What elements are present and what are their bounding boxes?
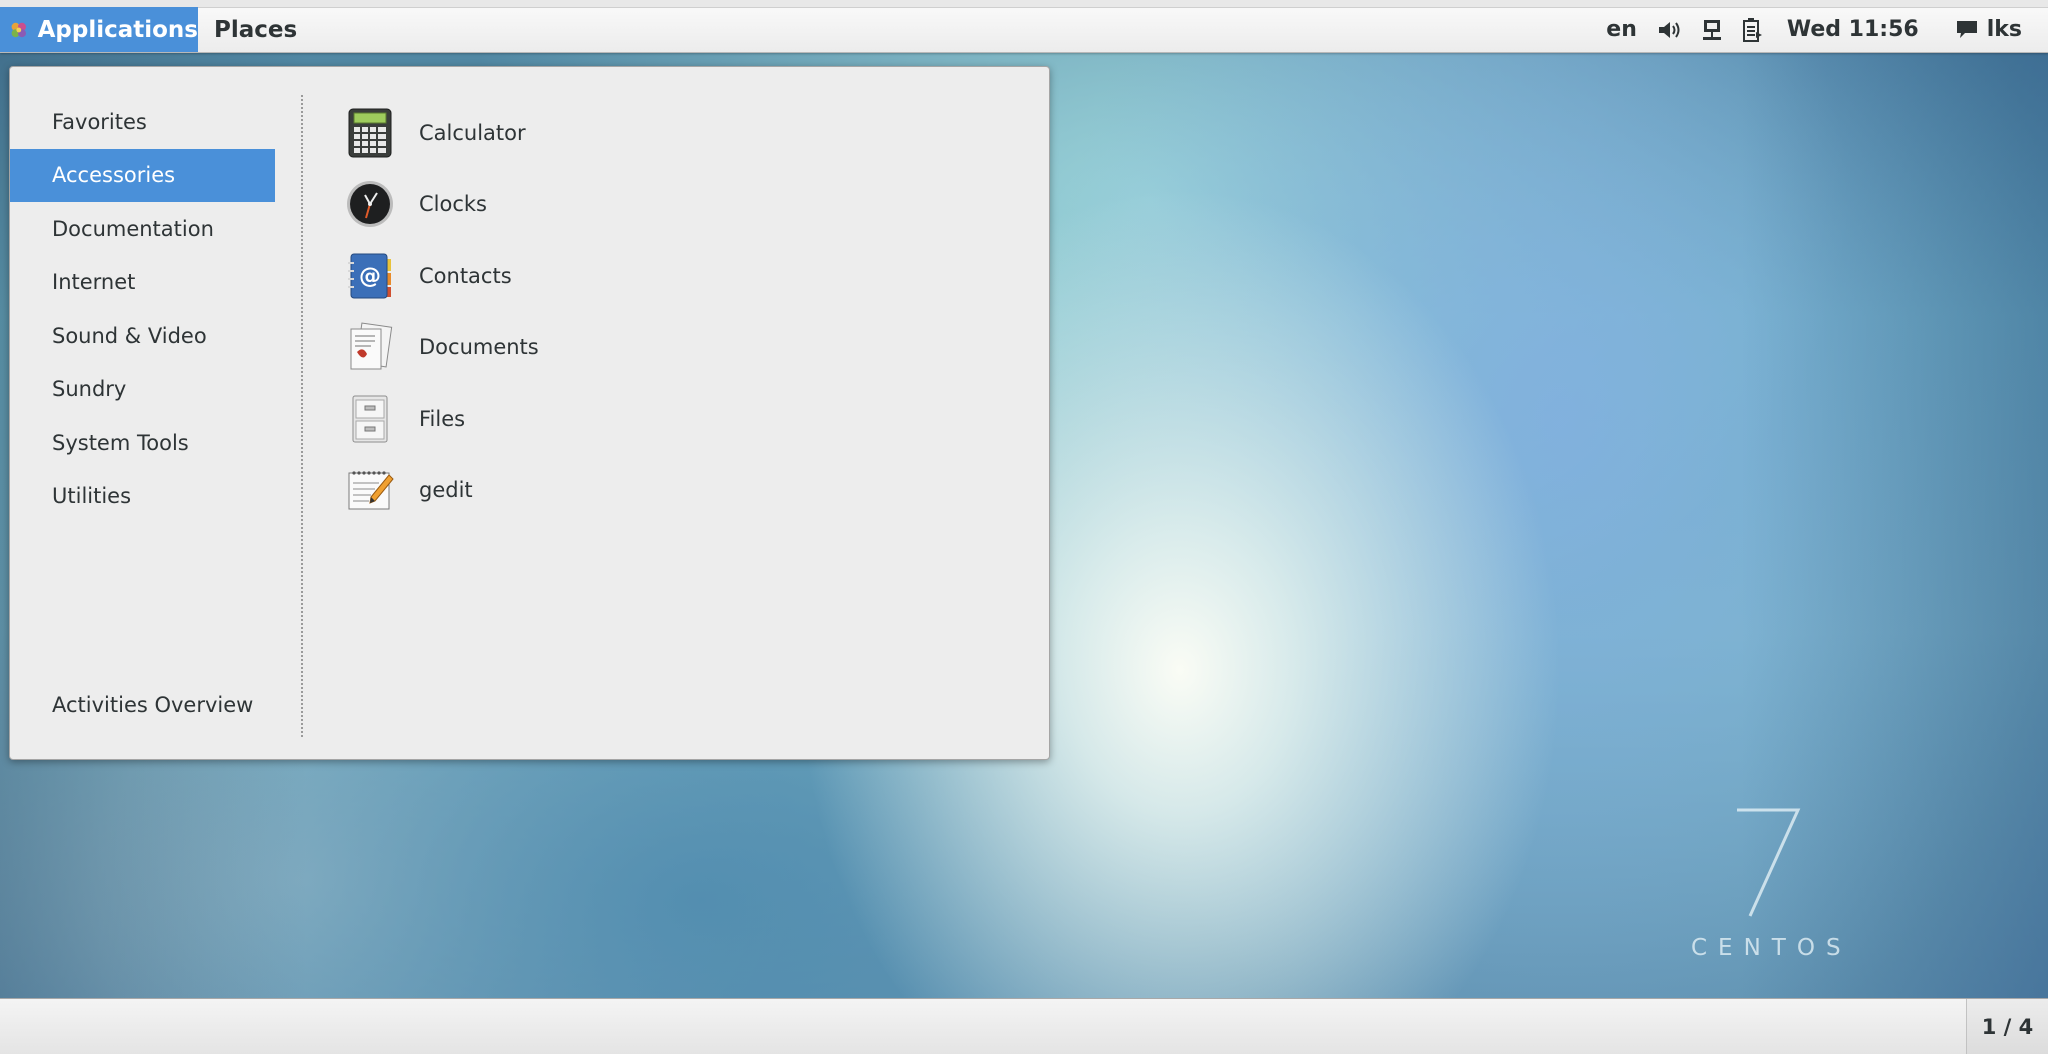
category-label: Sound & Video [52,323,207,348]
category-label: Favorites [52,109,147,134]
category-sound-video[interactable]: Sound & Video [10,309,275,363]
applications-menu-button[interactable]: Applications [0,7,198,52]
app-clocks[interactable]: Clocks [345,169,539,241]
battery-icon[interactable] [1741,17,1763,43]
gnome-foot-icon [11,22,26,37]
network-icon[interactable] [1701,18,1723,42]
places-label: Places [214,16,298,43]
category-favorites[interactable]: Favorites [10,95,275,149]
clock-icon [345,179,395,229]
category-label: Documentation [52,216,214,241]
status-area: en Wed 11:56 lks [1606,7,2022,52]
svg-text:@: @ [359,264,381,289]
file-cabinet-icon [345,394,395,444]
category-label: Sundry [52,377,127,402]
app-label: Files [419,406,466,431]
clock-menu[interactable]: Wed 11:56 [1787,17,1919,42]
activities-label: Activities Overview [52,693,254,717]
volume-icon[interactable] [1657,19,1683,41]
clock-label: Wed 11:56 [1786,17,1919,42]
category-label: Utilities [52,484,132,509]
keyboard-layout-indicator[interactable]: en [1606,17,1637,42]
category-internet[interactable]: Internet [10,256,275,310]
language-label: en [1606,17,1637,42]
app-files[interactable]: Files [345,383,539,455]
app-gedit[interactable]: gedit [345,455,539,527]
app-documents[interactable]: Documents [345,312,539,384]
app-label: Calculator [419,120,526,145]
contacts-icon: @ [345,251,395,301]
top-panel: Applications Places en Wed 11:56 lks [0,0,2048,53]
centos-watermark: CENTOS [1685,800,1865,970]
app-label: Documents [419,335,539,360]
category-utilities[interactable]: Utilities [10,470,275,524]
app-label: Clocks [419,192,487,217]
user-label: lks [1986,17,2022,42]
workspace-indicator[interactable]: 1 / 4 [1966,999,2048,1054]
category-accessories[interactable]: Accessories [10,148,275,202]
bottom-panel: 1 / 4 [0,998,2048,1054]
app-label: gedit [419,478,473,503]
applications-menu: Favorites Accessories Documentation Inte… [9,66,1050,760]
applications-label: Applications [37,16,198,43]
activities-overview-item[interactable]: Activities Overview [52,693,253,717]
app-list: Calculator Clocks @ Contacts Documents F… [345,97,539,526]
user-menu[interactable]: lks [1955,17,2022,42]
places-menu-button[interactable]: Places [214,7,297,52]
menu-divider [301,95,303,737]
text-editor-icon [345,465,395,515]
category-documentation[interactable]: Documentation [10,202,275,256]
chat-bubble-icon [1956,20,1977,38]
calculator-icon [345,108,395,158]
category-label: Accessories [52,163,176,188]
category-system-tools[interactable]: System Tools [10,416,275,470]
app-contacts[interactable]: @ Contacts [345,240,539,312]
app-label: Contacts [419,263,512,288]
app-calculator[interactable]: Calculator [345,97,539,169]
category-sundry[interactable]: Sundry [10,363,275,417]
category-label: Internet [52,270,136,295]
centos-seven-glyph [1737,808,1801,917]
centos-wordmark: CENTOS [1691,935,1852,961]
documents-icon [345,322,395,372]
category-label: System Tools [52,430,189,455]
workspace-label: 1 / 4 [1981,1015,2034,1039]
category-list: Favorites Accessories Documentation Inte… [10,95,275,523]
